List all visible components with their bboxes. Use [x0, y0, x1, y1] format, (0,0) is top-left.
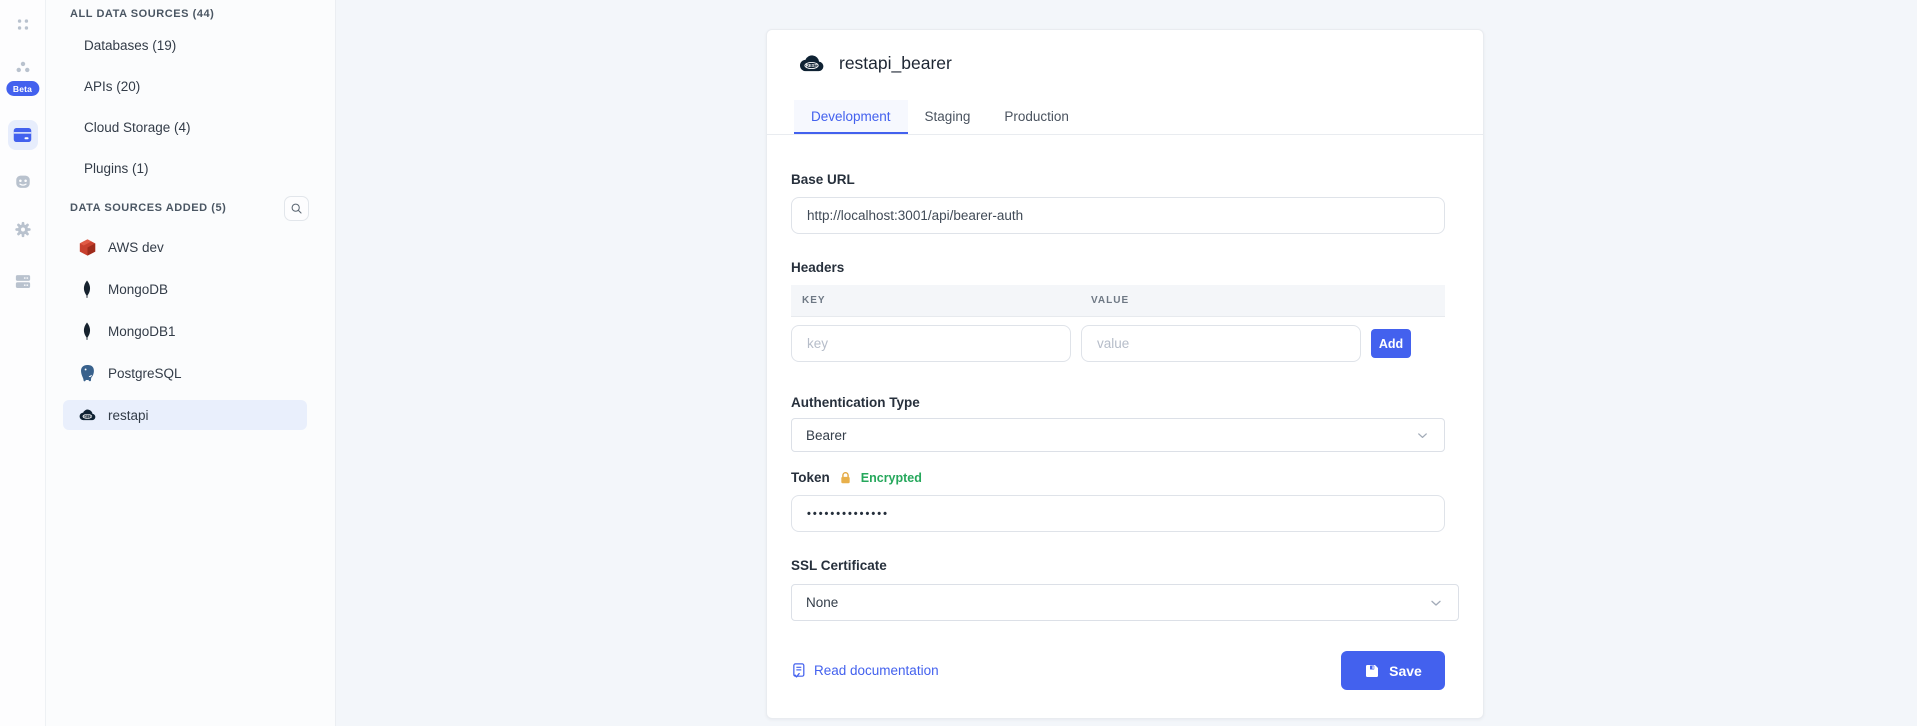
server-stack-icon[interactable]	[13, 272, 32, 291]
beta-badge: Beta	[6, 81, 39, 96]
header-value-input[interactable]	[1081, 325, 1361, 362]
rest-api-cloud-icon: REST	[77, 405, 97, 425]
data-sources-added-header: DATA SOURCES ADDED (5)	[70, 202, 226, 214]
svg-text:REST: REST	[806, 63, 818, 68]
mongodb-leaf-icon	[77, 321, 97, 341]
encrypted-badge: Encrypted	[861, 471, 922, 485]
authentication-type-label: Authentication Type	[791, 395, 1445, 410]
aws-icon	[77, 237, 97, 257]
token-input[interactable]	[791, 495, 1445, 532]
datasources-rail-item[interactable]	[8, 120, 38, 150]
headers-input-row: Add	[791, 325, 1445, 362]
app-root: { "rail": { "beta_label": "Beta" }, "sid…	[0, 0, 1917, 726]
sidebar-item-databases[interactable]: Databases (19)	[46, 25, 335, 66]
ssl-certificate-value: None	[806, 595, 838, 610]
datasource-item-mongodb1[interactable]: MongoDB1	[63, 316, 307, 346]
datasource-label: MongoDB1	[108, 324, 176, 339]
token-label: Token	[791, 470, 830, 485]
datasource-label: restapi	[108, 408, 149, 423]
save-button[interactable]: Save	[1341, 651, 1445, 690]
apps-grid-icon[interactable]	[15, 17, 30, 32]
svg-text:REST: REST	[83, 414, 91, 418]
tab-staging[interactable]: Staging	[908, 100, 988, 134]
all-data-sources-header: ALL DATA SOURCES (44)	[46, 0, 335, 20]
read-documentation-link[interactable]: Read documentation	[791, 662, 939, 679]
card-footer: Read documentation Save	[791, 651, 1445, 690]
rest-api-cloud-icon: REST	[796, 53, 826, 74]
environment-tabs: Development Staging Production	[767, 100, 1483, 135]
save-button-label: Save	[1389, 663, 1422, 679]
icon-rail: Beta	[0, 0, 46, 726]
search-datasources-button[interactable]	[284, 196, 309, 221]
key-column-header: KEY	[791, 295, 1080, 306]
authentication-type-select[interactable]: Bearer	[791, 418, 1445, 452]
tab-development[interactable]: Development	[794, 100, 908, 134]
datasource-label: PostgreSQL	[108, 366, 182, 381]
lock-icon	[839, 471, 852, 485]
chevron-down-icon	[1428, 595, 1444, 611]
add-header-button[interactable]: Add	[1371, 329, 1411, 358]
search-icon	[290, 202, 303, 215]
entities-cluster-icon[interactable]	[14, 60, 31, 77]
save-floppy-icon	[1364, 663, 1380, 679]
category-list: Databases (19) APIs (20) Cloud Storage (…	[46, 25, 335, 189]
settings-gear-icon[interactable]	[13, 220, 32, 239]
page-title: restapi_bearer	[839, 53, 952, 74]
card-header: REST restapi_bearer	[767, 30, 1483, 74]
headers-label: Headers	[791, 260, 1445, 275]
datasource-item-mongodb[interactable]: MongoDB	[63, 274, 307, 304]
datasource-item-postgresql[interactable]: PostgreSQL	[63, 358, 307, 388]
sidebar-item-apis[interactable]: APIs (20)	[46, 66, 335, 107]
config-form: Base URL Headers KEY VALUE Add Authentic…	[767, 172, 1483, 690]
authentication-type-value: Bearer	[806, 428, 847, 443]
header-key-input[interactable]	[791, 325, 1071, 362]
ssl-certificate-select[interactable]: None	[791, 584, 1459, 621]
read-documentation-label: Read documentation	[814, 663, 939, 678]
token-label-row: Token Encrypted	[791, 470, 1445, 485]
value-column-header: VALUE	[1080, 295, 1129, 306]
base-url-input[interactable]	[791, 197, 1445, 234]
headers-table-header: KEY VALUE	[791, 285, 1445, 317]
sidebar-item-plugins[interactable]: Plugins (1)	[46, 148, 335, 189]
chevron-down-icon	[1415, 428, 1430, 443]
sidebar-item-cloud-storage[interactable]: Cloud Storage (4)	[46, 107, 335, 148]
base-url-label: Base URL	[791, 172, 1445, 187]
datasource-item-aws-dev[interactable]: AWS dev	[63, 232, 307, 262]
datasource-label: MongoDB	[108, 282, 168, 297]
wallet-icon	[12, 126, 33, 144]
mongodb-leaf-icon	[77, 279, 97, 299]
datasource-config-card: REST restapi_bearer Development Staging …	[766, 29, 1484, 719]
bot-icon[interactable]	[13, 172, 32, 191]
postgresql-elephant-icon	[77, 363, 97, 383]
tab-production[interactable]: Production	[987, 100, 1086, 134]
documentation-icon	[791, 662, 807, 679]
datasource-label: AWS dev	[108, 240, 164, 255]
added-sources-header-row: DATA SOURCES ADDED (5)	[46, 195, 335, 221]
added-sources-list: AWS dev MongoDB MongoDB1	[46, 232, 335, 430]
datasource-item-restapi[interactable]: REST restapi	[63, 400, 307, 430]
ssl-certificate-label: SSL Certificate	[791, 558, 1445, 573]
datasource-sidebar: ALL DATA SOURCES (44) Databases (19) API…	[46, 0, 336, 726]
